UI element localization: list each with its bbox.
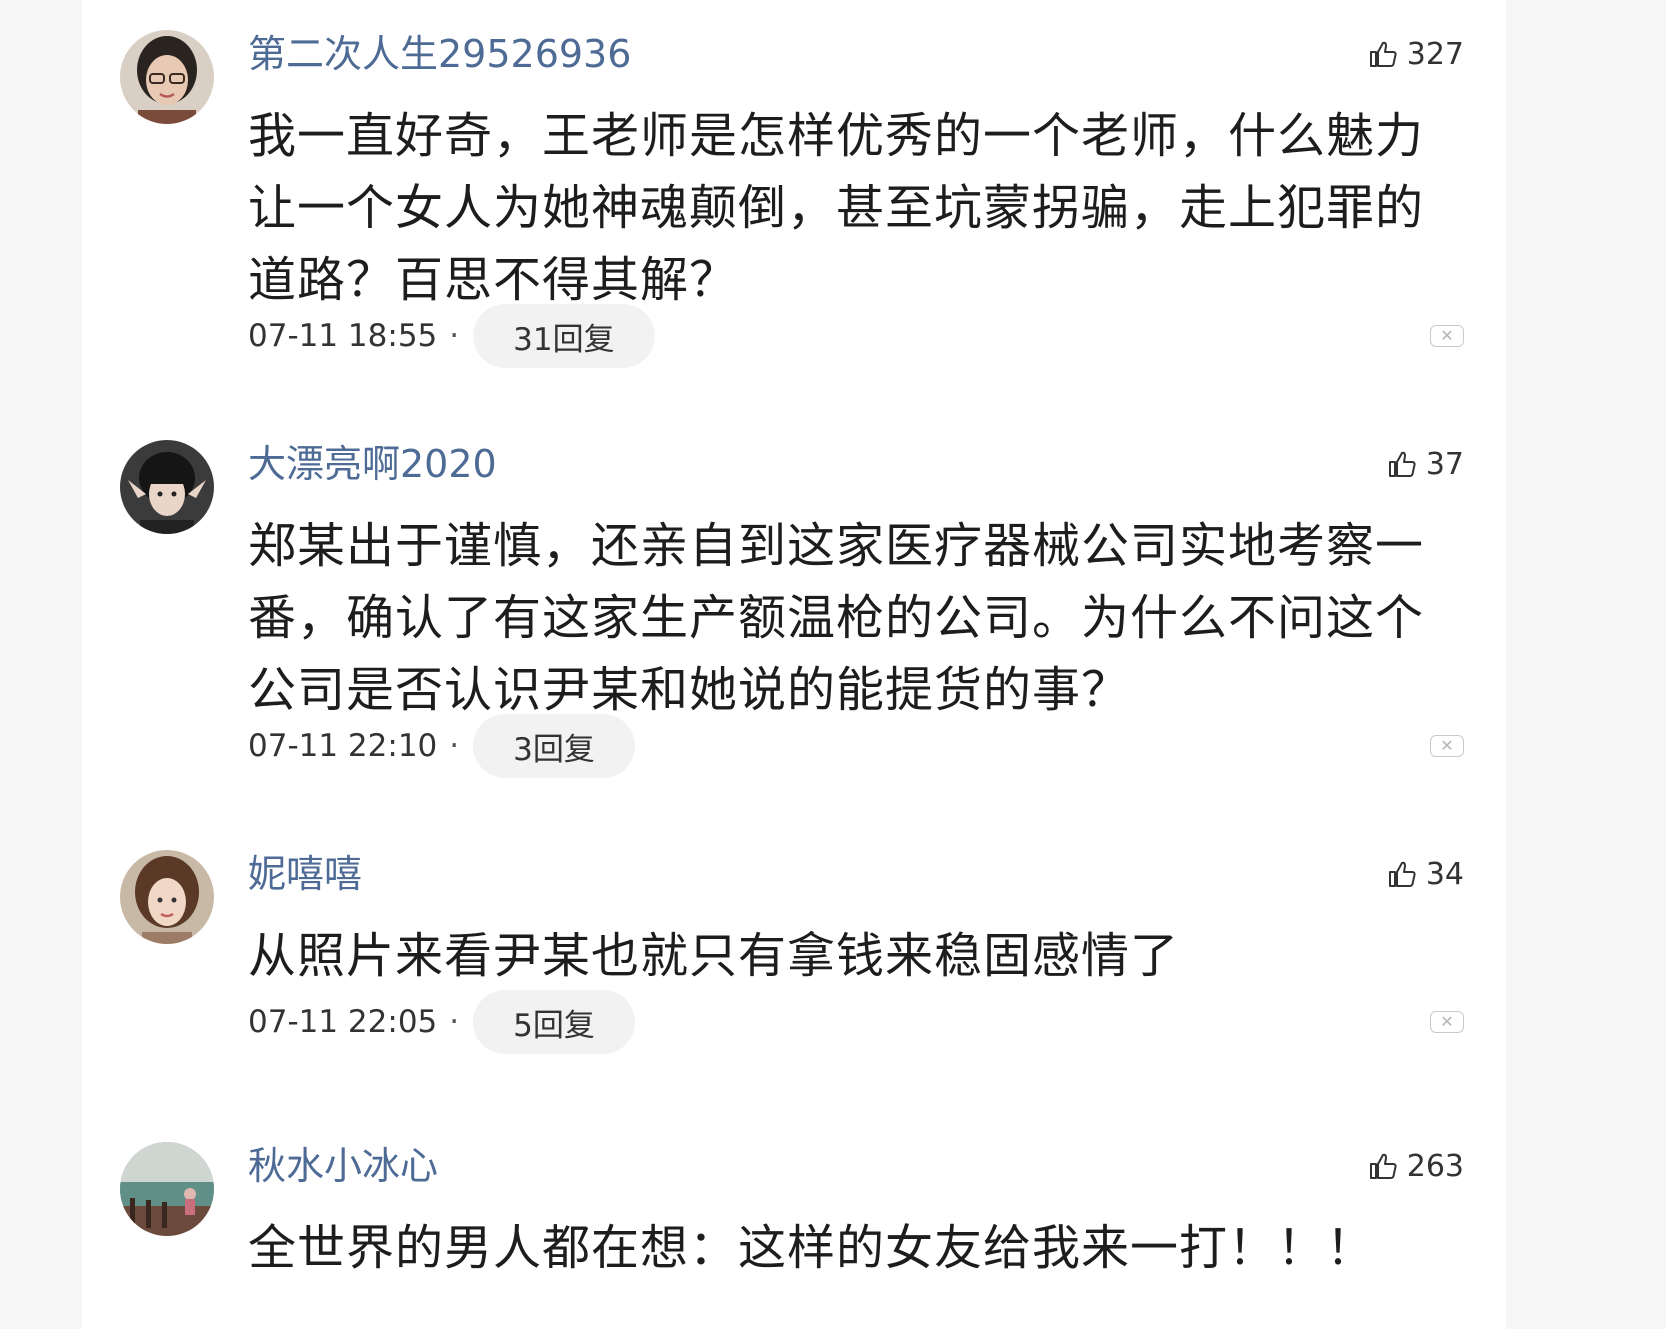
like-count: 37	[1425, 446, 1464, 482]
like-button[interactable]: 34	[1386, 854, 1464, 894]
comment-meta: 07-11 22:10 · 3回复	[248, 714, 635, 778]
comment-meta: 07-11 22:05 · 5回复	[248, 990, 635, 1054]
close-icon[interactable]: ✕	[1430, 735, 1464, 757]
separator-dot: ·	[449, 728, 460, 764]
comment-text: 从照片来看尹某也就只有拿钱来稳固感情了	[248, 928, 1180, 984]
avatar-image	[120, 1142, 214, 1236]
thumbs-up-icon	[1388, 451, 1416, 477]
avatar[interactable]	[120, 850, 214, 944]
close-icon[interactable]: ✕	[1430, 1011, 1464, 1033]
comment-meta: 07-11 18:55 · 31回复	[248, 304, 655, 368]
avatar[interactable]	[120, 30, 214, 124]
comment-time: 07-11 22:05	[248, 1004, 438, 1040]
avatar[interactable]	[120, 1142, 214, 1236]
avatar-image	[120, 440, 214, 534]
username[interactable]: 妮嘻嘻	[248, 850, 362, 898]
avatar[interactable]	[120, 440, 214, 534]
thumbs-up-icon	[1369, 41, 1397, 67]
comment-list: 第二次人生29526936 327 我一直好奇，王老师是怎样优秀的一个老师，什么…	[82, 0, 1506, 1329]
like-button[interactable]: 263	[1367, 1146, 1464, 1186]
username[interactable]: 大漂亮啊2020	[248, 440, 497, 488]
comment-text: 我一直好奇，王老师是怎样优秀的一个老师，什么魅力让一个女人为她神魂颠倒，甚至坑蒙…	[248, 108, 1425, 308]
avatar-image	[120, 850, 214, 944]
close-icon[interactable]: ✕	[1430, 325, 1464, 347]
comment-time: 07-11 18:55	[248, 318, 438, 354]
comment-text: 郑某出于谨慎，还亲自到这家医疗器械公司实地考察一番，确认了有这家生产额温枪的公司…	[248, 518, 1425, 718]
like-button[interactable]: 37	[1386, 444, 1464, 484]
reply-button[interactable]: 3回复	[473, 714, 635, 778]
like-count: 34	[1425, 856, 1464, 892]
reply-button[interactable]: 5回复	[473, 990, 635, 1054]
username[interactable]: 秋水小冰心	[248, 1142, 438, 1190]
comment-time: 07-11 22:10	[248, 728, 438, 764]
like-button[interactable]: 327	[1367, 34, 1464, 74]
username[interactable]: 第二次人生29526936	[248, 30, 631, 78]
separator-dot: ·	[449, 1004, 460, 1040]
reply-button[interactable]: 31回复	[473, 304, 655, 368]
like-count: 327	[1406, 36, 1464, 72]
thumbs-up-icon	[1369, 1153, 1397, 1179]
page: 第二次人生29526936 327 我一直好奇，王老师是怎样优秀的一个老师，什么…	[0, 0, 1666, 1329]
thumbs-up-icon	[1388, 861, 1416, 887]
separator-dot: ·	[449, 318, 460, 354]
comment-text: 全世界的男人都在想：这样的女友给我来一打！！！	[248, 1220, 1376, 1276]
like-count: 263	[1406, 1148, 1464, 1184]
avatar-image	[120, 30, 214, 124]
